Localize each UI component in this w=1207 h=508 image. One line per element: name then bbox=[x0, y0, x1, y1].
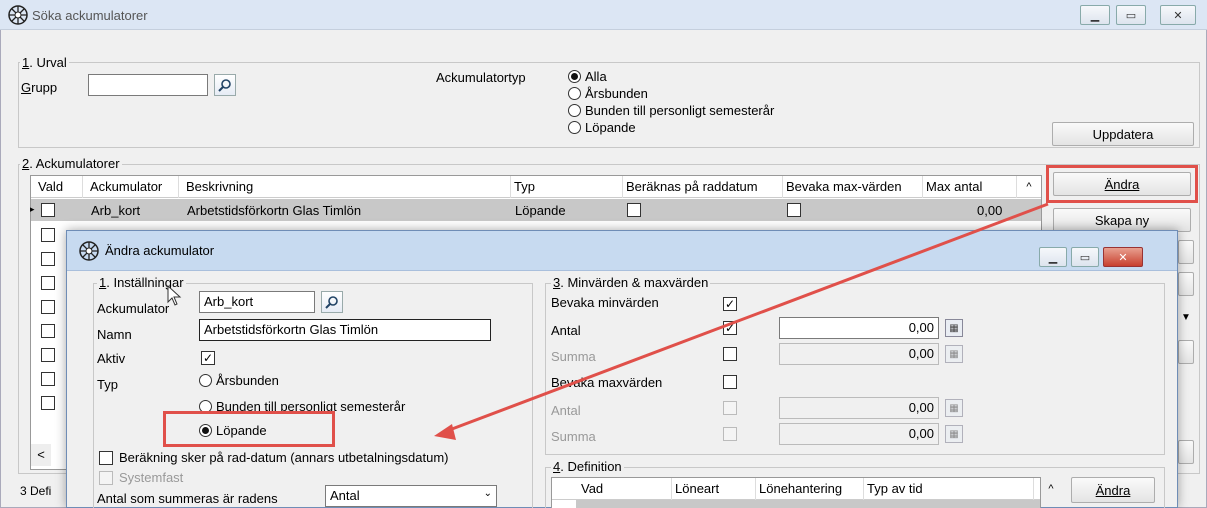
annotation-arrow bbox=[434, 202, 1049, 440]
